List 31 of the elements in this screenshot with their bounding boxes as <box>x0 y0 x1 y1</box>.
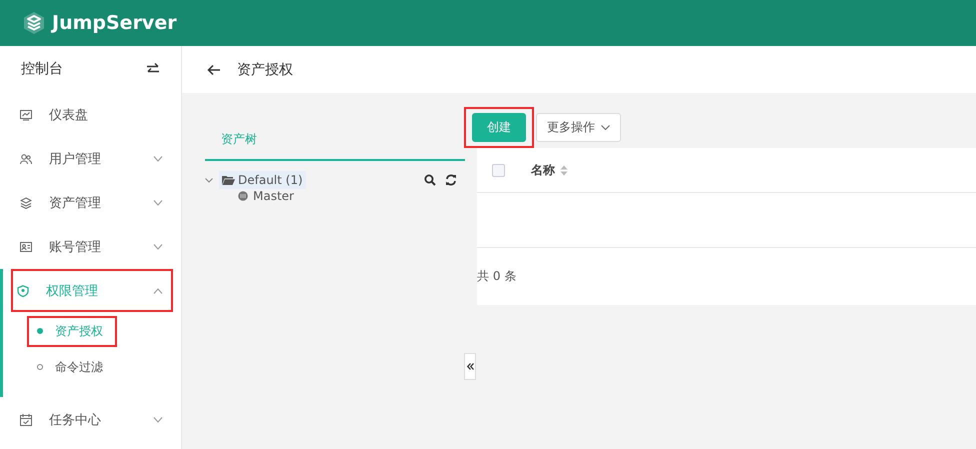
dashboard-icon <box>20 108 32 120</box>
back-arrow-icon[interactable] <box>207 64 221 76</box>
caret-icon <box>601 124 610 130</box>
nav-item[interactable]: 仪表盘 <box>14 93 173 136</box>
double-chevron-icon <box>466 363 474 370</box>
nav-item[interactable]: 用户管理 <box>14 137 173 180</box>
nav-item[interactable]: 资产管理 <box>14 181 173 224</box>
tree-node[interactable]: Master <box>238 189 294 203</box>
shield-icon <box>17 284 29 296</box>
column-header[interactable]: 名称 <box>531 162 555 178</box>
brand-name: JumpServer <box>52 12 177 34</box>
refresh-icon[interactable] <box>445 174 457 186</box>
sidebar-title: 控制台 <box>21 60 63 78</box>
folder-icon <box>222 175 235 185</box>
nav-item[interactable]: 任务中心 <box>14 398 173 441</box>
more-actions-dropdown[interactable]: 更多操作 <box>536 112 621 142</box>
tree-node[interactable]: Default (1) <box>219 171 306 189</box>
id-card-icon <box>20 240 32 252</box>
collapse-handle[interactable] <box>464 353 476 380</box>
layers-icon <box>20 196 32 208</box>
asset-icon <box>238 191 248 201</box>
submenu-item[interactable]: 命令过滤 <box>27 352 117 382</box>
search-icon[interactable] <box>424 174 436 186</box>
page-title: 资产授权 <box>237 60 293 78</box>
nav-item[interactable]: 账号管理 <box>14 225 173 268</box>
logo-icon <box>22 11 46 35</box>
calendar-icon <box>20 414 32 426</box>
users-icon <box>20 152 32 164</box>
checkbox[interactable] <box>492 164 505 176</box>
chevron-icon[interactable] <box>205 178 213 182</box>
total-count: 共 0 条 <box>477 268 516 285</box>
